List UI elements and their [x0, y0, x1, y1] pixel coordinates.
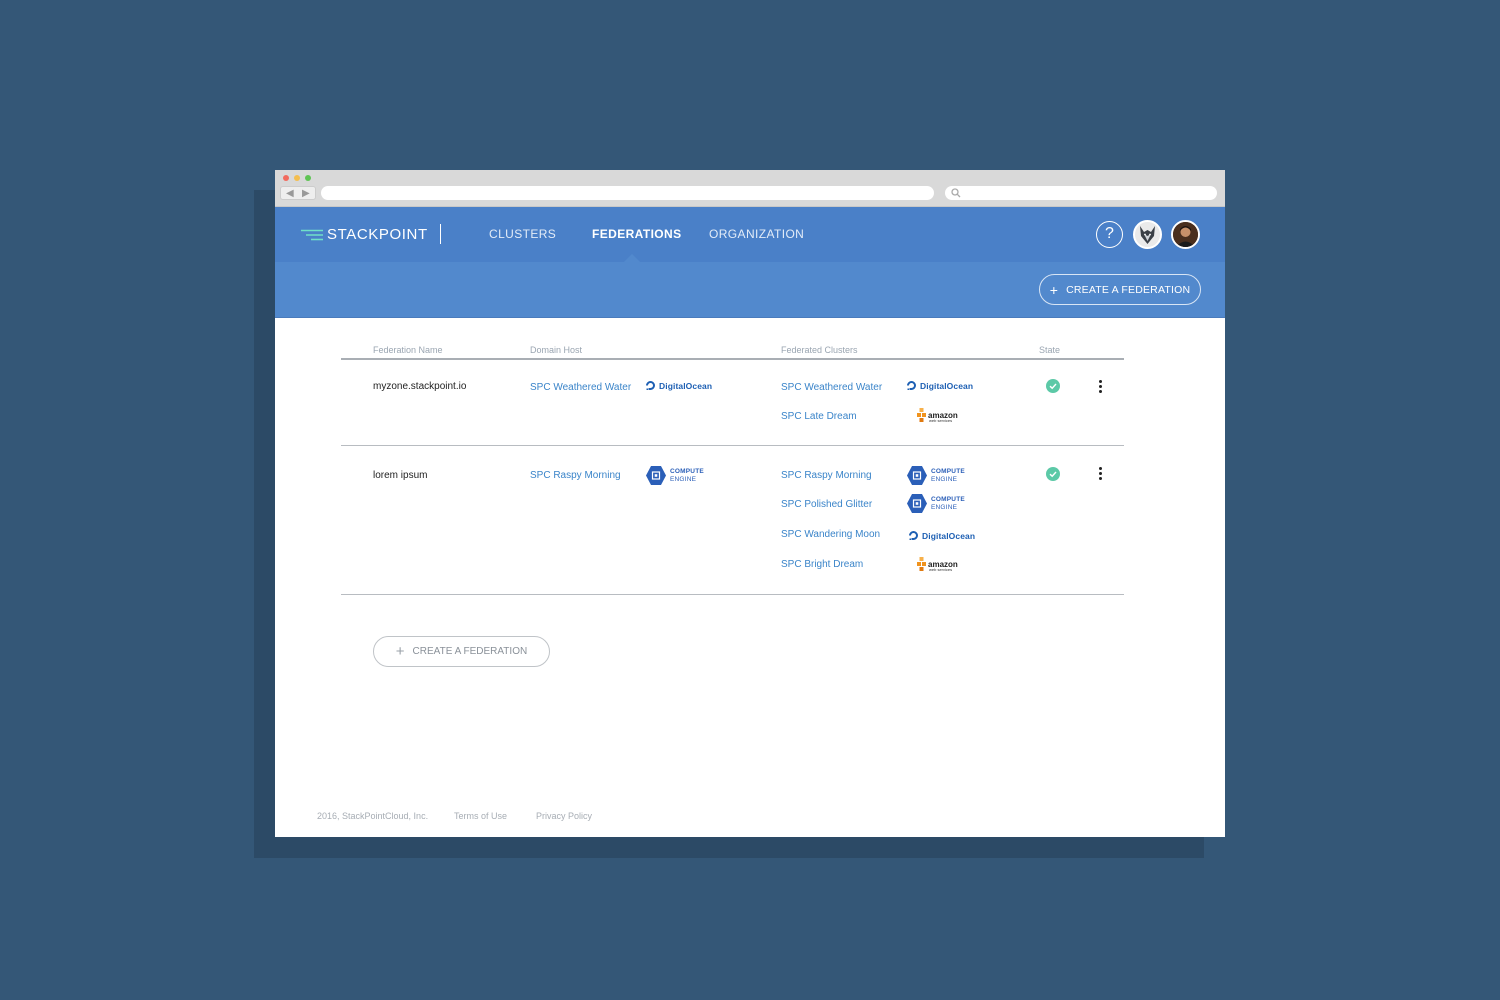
federated-cluster-link[interactable]: SPC Wandering Moon	[781, 529, 880, 540]
row-divider	[341, 445, 1124, 446]
search-icon	[951, 188, 961, 198]
domain-host-link[interactable]: SPC Weathered Water	[530, 382, 631, 393]
row-menu-icon[interactable]	[1099, 467, 1103, 482]
user-photo-icon	[1173, 222, 1198, 247]
active-nav-caret-icon	[624, 254, 640, 262]
create-federation-label: CREATE A FEDERATION	[412, 646, 528, 657]
browser-chrome: ◀ ▶	[275, 170, 1225, 207]
logo-text: STACKPOINT	[327, 226, 428, 243]
logo-divider	[440, 224, 441, 244]
state-ok-icon	[1046, 467, 1060, 481]
maximize-window-button[interactable]	[305, 175, 311, 181]
browser-nav-buttons: ◀ ▶	[280, 186, 316, 200]
digitalocean-logo: DigitalOcean	[908, 530, 975, 541]
row-divider	[341, 594, 1124, 595]
help-button[interactable]: ?	[1096, 221, 1123, 248]
footer-copyright: 2016, StackPointCloud, Inc.	[317, 811, 429, 821]
federation-name: lorem ipsum	[373, 470, 428, 481]
create-federation-label: CREATE A FEDERATION	[1066, 283, 1191, 296]
footer-privacy-link[interactable]: Privacy Policy	[536, 811, 592, 821]
plus-icon: +	[1049, 281, 1059, 298]
column-header-state: State	[1039, 345, 1061, 355]
aws-cubes-icon	[917, 557, 926, 571]
forward-arrow-icon[interactable]: ▶	[302, 188, 310, 199]
state-ok-icon	[1046, 379, 1060, 393]
federated-cluster-link[interactable]: SPC Polished Glitter	[781, 499, 872, 510]
aws-cubes-icon	[917, 408, 926, 422]
close-window-button[interactable]	[283, 175, 289, 181]
back-arrow-icon[interactable]: ◀	[286, 188, 294, 199]
federated-cluster-link[interactable]: SPC Weathered Water	[781, 382, 882, 393]
wolf-avatar-icon	[1135, 222, 1160, 247]
table-header-divider	[341, 358, 1124, 360]
compute-engine-logo: COMPUTE ENGINE	[907, 466, 965, 485]
compute-engine-icon	[907, 466, 927, 485]
compute-engine-logo: COMPUTE ENGINE	[646, 466, 704, 485]
nav-organization[interactable]: ORGANIZATION	[709, 227, 804, 241]
compute-engine-logo: COMPUTE ENGINE	[907, 494, 965, 513]
federated-cluster-link[interactable]: SPC Bright Dream	[781, 559, 863, 570]
domain-host-link[interactable]: SPC Raspy Morning	[530, 470, 621, 481]
aws-logo: amazon web services	[916, 556, 960, 574]
avatar-user[interactable]	[1171, 220, 1200, 249]
digitalocean-icon	[646, 381, 655, 390]
compute-engine-icon	[907, 494, 927, 513]
federated-cluster-link[interactable]: SPC Late Dream	[781, 411, 857, 422]
digitalocean-logo: DigitalOcean	[906, 380, 973, 391]
aws-logo: amazon web services	[916, 407, 960, 425]
digitalocean-icon	[909, 531, 918, 540]
logo-lines-icon	[301, 229, 323, 240]
address-bar[interactable]	[321, 186, 934, 200]
digitalocean-logo: DigitalOcean	[645, 380, 712, 391]
app-header: STACKPOINT CLUSTERS FEDERATIONS ORGANIZA…	[275, 207, 1225, 262]
browser-window: ◀ ▶ STACKPOINT CLUSTERS FEDERATIONS ORGA…	[275, 170, 1225, 837]
sub-header-bar: + CREATE A FEDERATION	[275, 262, 1225, 318]
create-federation-button-top[interactable]: + CREATE A FEDERATION	[1039, 274, 1201, 305]
column-header-federated-clusters: Federated Clusters	[781, 345, 858, 355]
footer-terms-link[interactable]: Terms of Use	[454, 811, 507, 821]
federation-name: myzone.stackpoint.io	[373, 381, 467, 392]
compute-engine-icon	[646, 466, 666, 485]
nav-clusters[interactable]: CLUSTERS	[489, 227, 556, 241]
minimize-window-button[interactable]	[294, 175, 300, 181]
column-header-federation-name: Federation Name	[373, 345, 443, 355]
create-federation-button[interactable]: + CREATE A FEDERATION	[373, 636, 550, 667]
federated-cluster-link[interactable]: SPC Raspy Morning	[781, 470, 872, 481]
avatar-wolf[interactable]	[1133, 220, 1162, 249]
nav-federations[interactable]: FEDERATIONS	[592, 227, 682, 241]
digitalocean-icon	[907, 381, 916, 390]
browser-search-bar[interactable]	[945, 186, 1217, 200]
column-header-domain-host: Domain Host	[530, 345, 583, 355]
plus-icon: +	[395, 642, 405, 660]
stackpoint-logo[interactable]: STACKPOINT	[301, 226, 428, 243]
row-menu-icon[interactable]	[1099, 380, 1103, 395]
